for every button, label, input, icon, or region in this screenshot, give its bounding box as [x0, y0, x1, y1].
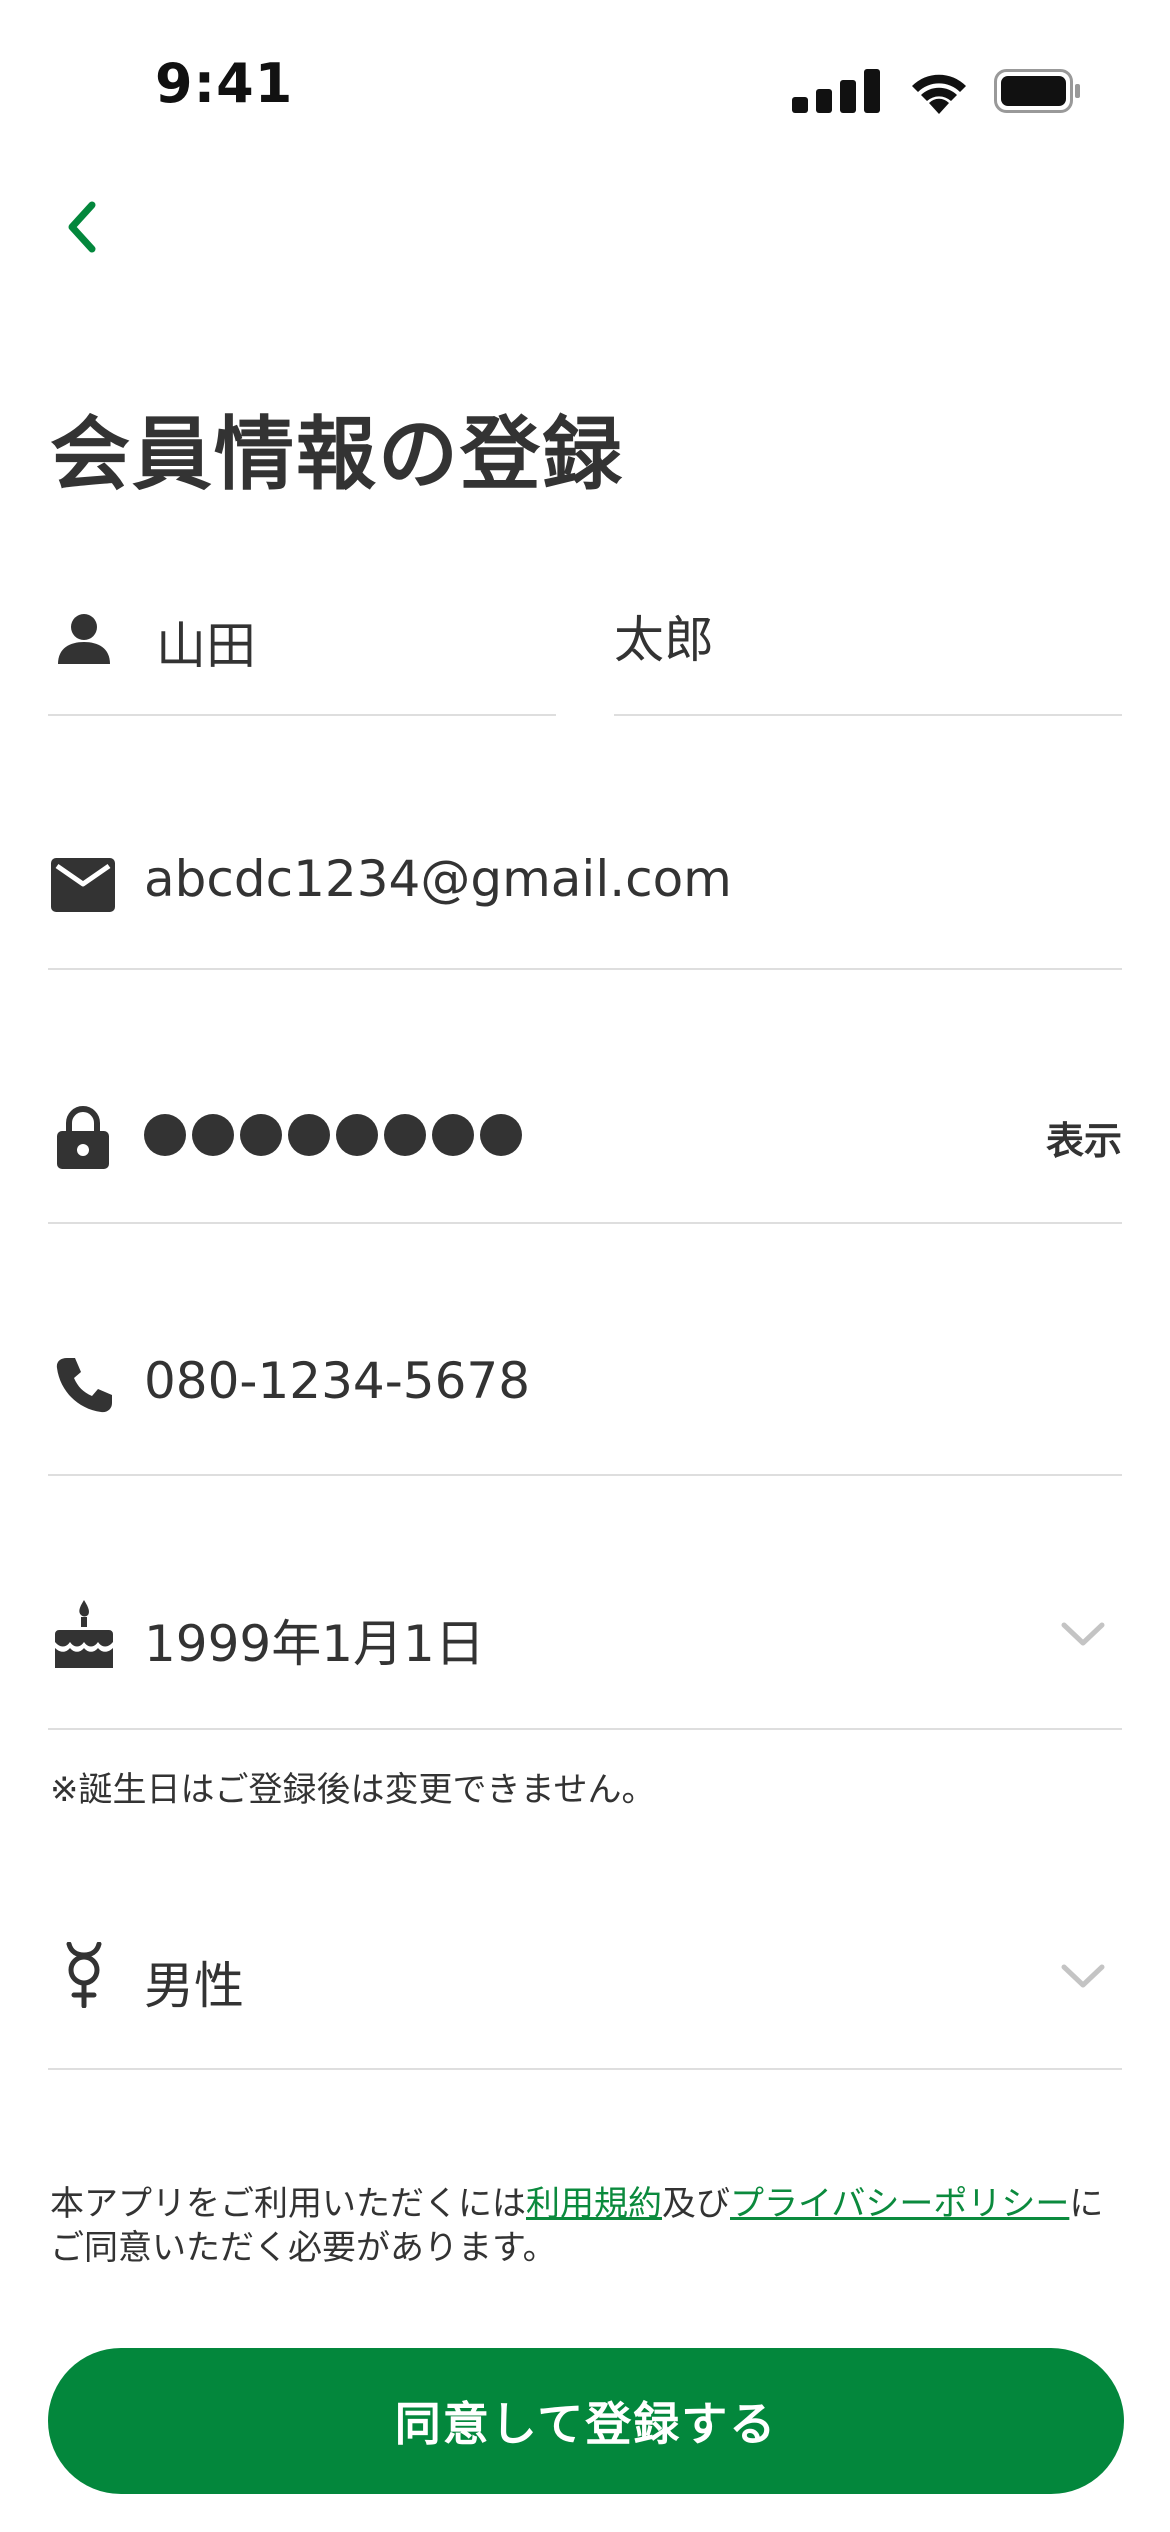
status-time: 9:41 [155, 52, 294, 115]
email-field[interactable]: abcdc1234@gmail.com [48, 820, 1122, 970]
status-icons [792, 68, 1082, 114]
first-name-value: 太郎 [614, 611, 714, 669]
password-dot [432, 1114, 474, 1156]
terms-prefix: 本アプリをご利用いただくには [50, 2184, 526, 2224]
password-dot [144, 1114, 186, 1156]
password-dot [336, 1114, 378, 1156]
chevron-down-icon [1061, 1964, 1105, 1988]
birthday-value: 1999年1月1日 [144, 1615, 485, 1673]
terms-notice: 本アプリをご利用いただくには利用規約及びプライバシーポリシーにご同意いただく必要… [50, 2182, 1130, 2270]
person-icon [58, 614, 110, 664]
gender-icon [66, 1942, 102, 2008]
lock-icon [57, 1106, 109, 1169]
phone-value: 080-1234-5678 [144, 1352, 531, 1410]
privacy-policy-link[interactable]: プライバシーポリシー [730, 2184, 1069, 2224]
email-value: abcdc1234@gmail.com [144, 850, 732, 908]
back-button[interactable] [52, 192, 112, 262]
wifi-icon [912, 74, 966, 114]
chevron-down-icon [1061, 1622, 1105, 1646]
gender-value: 男性 [144, 1957, 244, 2015]
birthday-dropdown[interactable] [1058, 1610, 1108, 1660]
gender-field[interactable]: 男性 [48, 1910, 1122, 2070]
gender-dropdown[interactable] [1058, 1952, 1108, 2002]
password-dot [192, 1114, 234, 1156]
last-name-value: 山田 [156, 617, 256, 675]
password-dot [288, 1114, 330, 1156]
password-field[interactable]: 表示 [48, 1070, 1122, 1224]
cellular-signal-icon [792, 69, 880, 113]
password-dot [384, 1114, 426, 1156]
terms-middle: 及び [662, 2184, 730, 2224]
password-masked-value [144, 1114, 522, 1156]
agree-and-register-button[interactable]: 同意して登録する [48, 2348, 1124, 2494]
terms-of-use-link[interactable]: 利用規約 [526, 2184, 662, 2224]
mail-icon [51, 858, 115, 912]
first-name-field[interactable]: 太郎 [614, 572, 1122, 716]
page-title: 会員情報の登録 [50, 408, 624, 501]
battery-icon [994, 69, 1080, 113]
cake-icon [55, 1600, 113, 1668]
password-dot [240, 1114, 282, 1156]
phone-field[interactable]: 080-1234-5678 [48, 1320, 1122, 1476]
birthday-note: ※誕生日はご登録後は変更できません。 [50, 1770, 656, 1810]
phone-icon [56, 1358, 112, 1413]
chevron-left-icon [68, 201, 96, 253]
show-password-button[interactable]: 表示 [1046, 1110, 1122, 1165]
last-name-field[interactable]: 山田 [48, 572, 556, 716]
password-dot [480, 1114, 522, 1156]
birthday-field[interactable]: 1999年1月1日 [48, 1570, 1122, 1730]
status-bar: 9:41 [0, 0, 1170, 150]
